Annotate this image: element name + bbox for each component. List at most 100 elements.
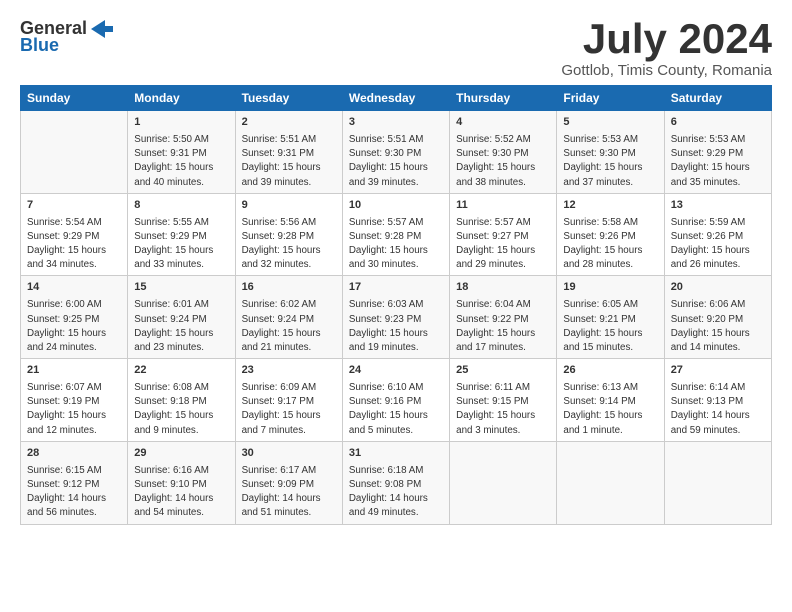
header-row: SundayMondayTuesdayWednesdayThursdayFrid… [21,86,772,111]
week-row-5: 28 Sunrise: 6:15 AM Sunset: 9:12 PM Dayli… [21,441,772,524]
calendar-table: SundayMondayTuesdayWednesdayThursdayFrid… [20,85,772,525]
day-info: Sunrise: 6:14 AM Sunset: 9:13 PM Dayligh… [671,382,750,436]
day-number: 1 [134,115,228,130]
header-wednesday: Wednesday [342,86,449,111]
day-number: 8 [134,198,228,213]
day-info: Sunrise: 6:06 AM Sunset: 9:20 PM Dayligh… [671,299,750,353]
cell-w3-d2: 16Sunrise: 6:02 AM Sunset: 9:24 PM Dayli… [235,276,342,359]
header-tuesday: Tuesday [235,86,342,111]
day-number: 9 [242,198,336,213]
cell-w4-d1: 22 Sunrise: 6:08 AM Sunset: 9:18 PM Dayli… [128,359,235,442]
cell-w3-d6: 20 Sunrise: 6:06 AM Sunset: 9:20 PM Dayli… [664,276,771,359]
day-number: 24 [349,363,443,378]
cell-w5-d1: 29 Sunrise: 6:16 AM Sunset: 9:10 PM Dayli… [128,441,235,524]
cell-w5-d6 [664,441,771,524]
cell-w4-d4: 25Sunrise: 6:11 AM Sunset: 9:15 PM Dayli… [450,359,557,442]
cell-w2-d5: 12 Sunrise: 5:58 AM Sunset: 9:26 PM Dayli… [557,193,664,276]
header-friday: Friday [557,86,664,111]
day-number: 21 [27,363,121,378]
month-title: July 2024 [561,18,772,60]
day-info: Sunrise: 5:57 AM Sunset: 9:28 PM Dayligh… [349,217,428,271]
day-number: 20 [671,280,765,295]
day-info: Sunrise: 6:18 AM Sunset: 9:08 PM Dayligh… [349,465,428,519]
header-sunday: Sunday [21,86,128,111]
cell-w1-d0 [21,111,128,194]
cell-w2-d0: 7 Sunrise: 5:54 AM Sunset: 9:29 PM Daylig… [21,193,128,276]
day-info: Sunrise: 5:50 AM Sunset: 9:31 PM Dayligh… [134,134,213,188]
week-row-4: 21Sunrise: 6:07 AM Sunset: 9:19 PM Dayli… [21,359,772,442]
day-info: Sunrise: 6:17 AM Sunset: 9:09 PM Dayligh… [242,465,321,519]
cell-w5-d0: 28 Sunrise: 6:15 AM Sunset: 9:12 PM Dayli… [21,441,128,524]
header-thursday: Thursday [450,86,557,111]
day-info: Sunrise: 5:54 AM Sunset: 9:29 PM Dayligh… [27,217,106,271]
day-number: 30 [242,446,336,461]
cell-w4-d6: 27 Sunrise: 6:14 AM Sunset: 9:13 PM Dayli… [664,359,771,442]
day-number: 29 [134,446,228,461]
cell-w5-d4 [450,441,557,524]
cell-w3-d3: 17Sunrise: 6:03 AM Sunset: 9:23 PM Dayli… [342,276,449,359]
day-info: Sunrise: 6:08 AM Sunset: 9:18 PM Dayligh… [134,382,213,436]
cell-w5-d2: 30 Sunrise: 6:17 AM Sunset: 9:09 PM Dayli… [235,441,342,524]
calendar-page: General Blue July 2024 Gottlob, Timis Co… [0,0,792,612]
week-row-1: 1 Sunrise: 5:50 AM Sunset: 9:31 PM Daylig… [21,111,772,194]
cell-w1-d1: 1 Sunrise: 5:50 AM Sunset: 9:31 PM Daylig… [128,111,235,194]
cell-w4-d5: 26Sunrise: 6:13 AM Sunset: 9:14 PM Dayli… [557,359,664,442]
cell-w3-d4: 18Sunrise: 6:04 AM Sunset: 9:22 PM Dayli… [450,276,557,359]
day-info: Sunrise: 6:11 AM Sunset: 9:15 PM Dayligh… [456,382,535,436]
day-info: Sunrise: 6:16 AM Sunset: 9:10 PM Dayligh… [134,465,213,519]
logo-arrow-icon [91,20,113,38]
day-info: Sunrise: 6:13 AM Sunset: 9:14 PM Dayligh… [563,382,642,436]
day-info: Sunrise: 6:03 AM Sunset: 9:23 PM Dayligh… [349,299,428,353]
day-info: Sunrise: 6:10 AM Sunset: 9:16 PM Dayligh… [349,382,428,436]
day-info: Sunrise: 5:57 AM Sunset: 9:27 PM Dayligh… [456,217,535,271]
day-number: 7 [27,198,121,213]
day-number: 18 [456,280,550,295]
header: General Blue July 2024 Gottlob, Timis Co… [20,18,772,79]
day-info: Sunrise: 5:51 AM Sunset: 9:30 PM Dayligh… [349,134,428,188]
header-saturday: Saturday [664,86,771,111]
day-number: 12 [563,198,657,213]
day-number: 6 [671,115,765,130]
title-block: July 2024 Gottlob, Timis County, Romania [561,18,772,79]
day-number: 3 [349,115,443,130]
header-monday: Monday [128,86,235,111]
cell-w2-d6: 13Sunrise: 5:59 AM Sunset: 9:26 PM Dayli… [664,193,771,276]
cell-w2-d4: 11Sunrise: 5:57 AM Sunset: 9:27 PM Dayli… [450,193,557,276]
day-info: Sunrise: 5:51 AM Sunset: 9:31 PM Dayligh… [242,134,321,188]
cell-w3-d5: 19Sunrise: 6:05 AM Sunset: 9:21 PM Dayli… [557,276,664,359]
day-info: Sunrise: 5:59 AM Sunset: 9:26 PM Dayligh… [671,217,750,271]
cell-w4-d0: 21Sunrise: 6:07 AM Sunset: 9:19 PM Dayli… [21,359,128,442]
cell-w4-d2: 23Sunrise: 6:09 AM Sunset: 9:17 PM Dayli… [235,359,342,442]
cell-w2-d1: 8Sunrise: 5:55 AM Sunset: 9:29 PM Daylig… [128,193,235,276]
day-info: Sunrise: 5:53 AM Sunset: 9:30 PM Dayligh… [563,134,642,188]
cell-w1-d4: 4Sunrise: 5:52 AM Sunset: 9:30 PM Daylig… [450,111,557,194]
cell-w1-d6: 6Sunrise: 5:53 AM Sunset: 9:29 PM Daylig… [664,111,771,194]
day-number: 15 [134,280,228,295]
day-info: Sunrise: 6:09 AM Sunset: 9:17 PM Dayligh… [242,382,321,436]
cell-w2-d2: 9Sunrise: 5:56 AM Sunset: 9:28 PM Daylig… [235,193,342,276]
day-number: 28 [27,446,121,461]
logo: General Blue [20,18,113,56]
cell-w1-d2: 2 Sunrise: 5:51 AM Sunset: 9:31 PM Daylig… [235,111,342,194]
cell-w5-d5 [557,441,664,524]
day-number: 2 [242,115,336,130]
day-info: Sunrise: 6:01 AM Sunset: 9:24 PM Dayligh… [134,299,213,353]
day-number: 10 [349,198,443,213]
cell-w5-d3: 31 Sunrise: 6:18 AM Sunset: 9:08 PM Dayli… [342,441,449,524]
cell-w1-d5: 5Sunrise: 5:53 AM Sunset: 9:30 PM Daylig… [557,111,664,194]
day-number: 27 [671,363,765,378]
week-row-2: 7 Sunrise: 5:54 AM Sunset: 9:29 PM Daylig… [21,193,772,276]
day-info: Sunrise: 6:02 AM Sunset: 9:24 PM Dayligh… [242,299,321,353]
day-info: Sunrise: 6:00 AM Sunset: 9:25 PM Dayligh… [27,299,106,353]
day-number: 4 [456,115,550,130]
day-info: Sunrise: 6:15 AM Sunset: 9:12 PM Dayligh… [27,465,106,519]
week-row-3: 14Sunrise: 6:00 AM Sunset: 9:25 PM Dayli… [21,276,772,359]
day-number: 19 [563,280,657,295]
day-number: 31 [349,446,443,461]
day-info: Sunrise: 5:58 AM Sunset: 9:26 PM Dayligh… [563,217,642,271]
cell-w1-d3: 3 Sunrise: 5:51 AM Sunset: 9:30 PM Daylig… [342,111,449,194]
location-subtitle: Gottlob, Timis County, Romania [561,62,772,79]
day-number: 22 [134,363,228,378]
cell-w2-d3: 10 Sunrise: 5:57 AM Sunset: 9:28 PM Dayli… [342,193,449,276]
cell-w3-d0: 14Sunrise: 6:00 AM Sunset: 9:25 PM Dayli… [21,276,128,359]
